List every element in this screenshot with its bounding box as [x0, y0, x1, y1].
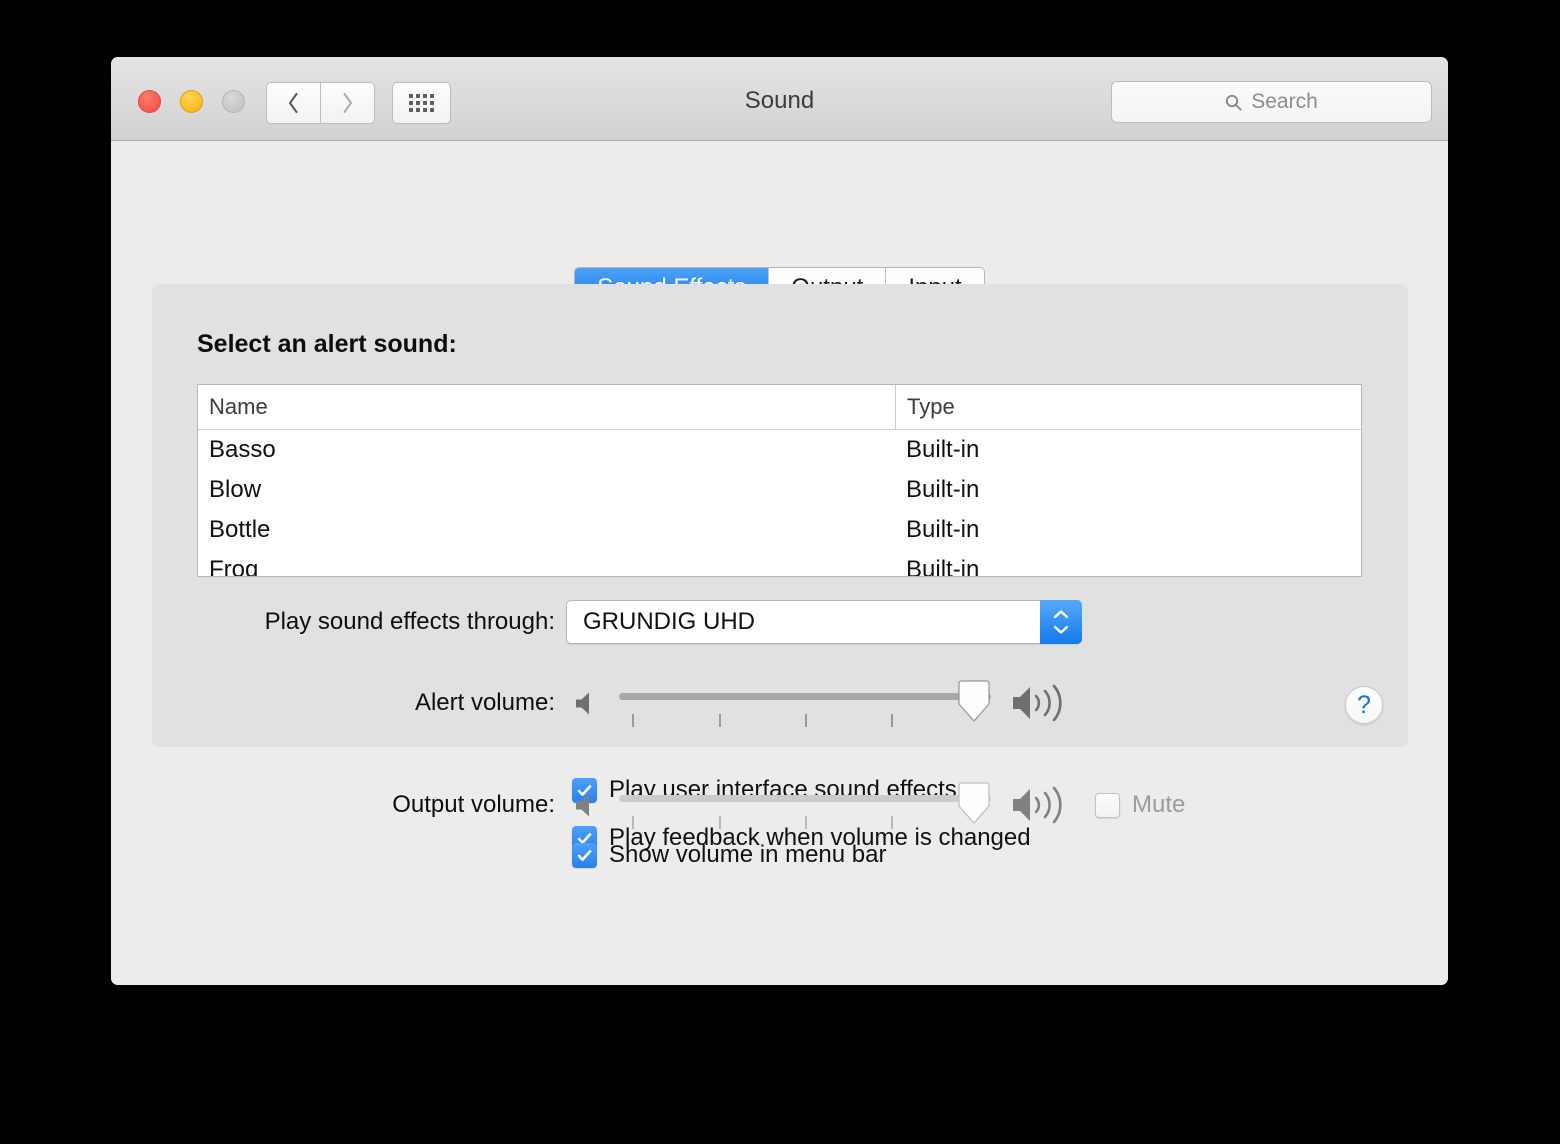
- speaker-mute-icon: [576, 794, 589, 816]
- speaker-loud-icon: [1013, 786, 1062, 824]
- alert-sound-table[interactable]: Name Type Basso Built-in Blow Built-in B…: [197, 384, 1362, 577]
- slider-ticks: [619, 816, 991, 829]
- help-button[interactable]: ?: [1345, 686, 1383, 724]
- speaker-loud-icon: [1013, 684, 1062, 722]
- output-device-row: Play sound effects through: GRUNDIG UHD: [152, 600, 1408, 644]
- slider-ticks: [619, 714, 991, 727]
- column-header-type[interactable]: Type: [895, 385, 1361, 429]
- output-volume-slider[interactable]: [619, 778, 991, 832]
- chevron-down-icon: [1053, 625, 1069, 634]
- checkbox-label: Show volume in menu bar: [609, 841, 887, 868]
- sound-preferences-window: Sound Search Sound Effects Output Input …: [111, 57, 1448, 985]
- output-device-label: Play sound effects through:: [264, 608, 555, 635]
- cell-name: Frog: [209, 556, 259, 577]
- checkbox-box[interactable]: [1095, 792, 1120, 818]
- cell-type: Built-in: [906, 436, 980, 463]
- cell-type: Built-in: [906, 476, 980, 503]
- table-row[interactable]: Blow Built-in: [198, 470, 1361, 510]
- checkbox-mute[interactable]: Mute: [1095, 791, 1185, 819]
- slider-thumb[interactable]: [957, 782, 991, 824]
- checkmark-icon: [577, 849, 592, 861]
- output-volume-label: Output volume:: [392, 791, 555, 818]
- table-row[interactable]: Basso Built-in: [198, 430, 1361, 470]
- alert-volume-row: Alert volume:: [152, 676, 1408, 730]
- cell-type: Built-in: [906, 556, 980, 577]
- search-placeholder: Search: [1251, 90, 1318, 113]
- table-row[interactable]: Bottle Built-in: [198, 510, 1361, 550]
- slider-track: [619, 795, 991, 802]
- window-content: Sound Effects Output Input Select an ale…: [111, 141, 1448, 985]
- output-device-value: GRUNDIG UHD: [583, 608, 755, 635]
- speaker-mute-icon: [576, 692, 589, 714]
- alert-volume-slider[interactable]: [619, 676, 991, 730]
- cell-name: Basso: [209, 436, 276, 463]
- table-row[interactable]: Frog Built-in: [198, 550, 1361, 577]
- cell-type: Built-in: [906, 516, 980, 543]
- checkbox-show-volume-menu-bar[interactable]: Show volume in menu bar: [572, 841, 886, 869]
- table-header: Name Type: [198, 385, 1361, 430]
- output-volume-row: Output volume: Mute: [111, 778, 1448, 832]
- checkbox-label: Mute: [1132, 791, 1186, 818]
- chevron-up-icon: [1053, 610, 1069, 619]
- alert-volume-label: Alert volume:: [414, 689, 555, 716]
- checkbox-box[interactable]: [572, 842, 597, 868]
- window-toolbar: Sound Search: [111, 57, 1448, 141]
- slider-thumb[interactable]: [957, 680, 991, 722]
- stepper-arrows[interactable]: [1040, 600, 1082, 644]
- cell-name: Bottle: [209, 516, 271, 543]
- sound-effects-panel: Select an alert sound: Name Type Basso B…: [152, 284, 1408, 851]
- search-field[interactable]: Search: [1111, 81, 1432, 123]
- column-header-name[interactable]: Name: [198, 385, 895, 429]
- cell-name: Blow: [209, 476, 262, 503]
- search-icon: [1226, 94, 1242, 111]
- output-device-select[interactable]: GRUNDIG UHD: [566, 600, 1082, 644]
- slider-track: [619, 693, 991, 700]
- section-title: Select an alert sound:: [197, 330, 457, 358]
